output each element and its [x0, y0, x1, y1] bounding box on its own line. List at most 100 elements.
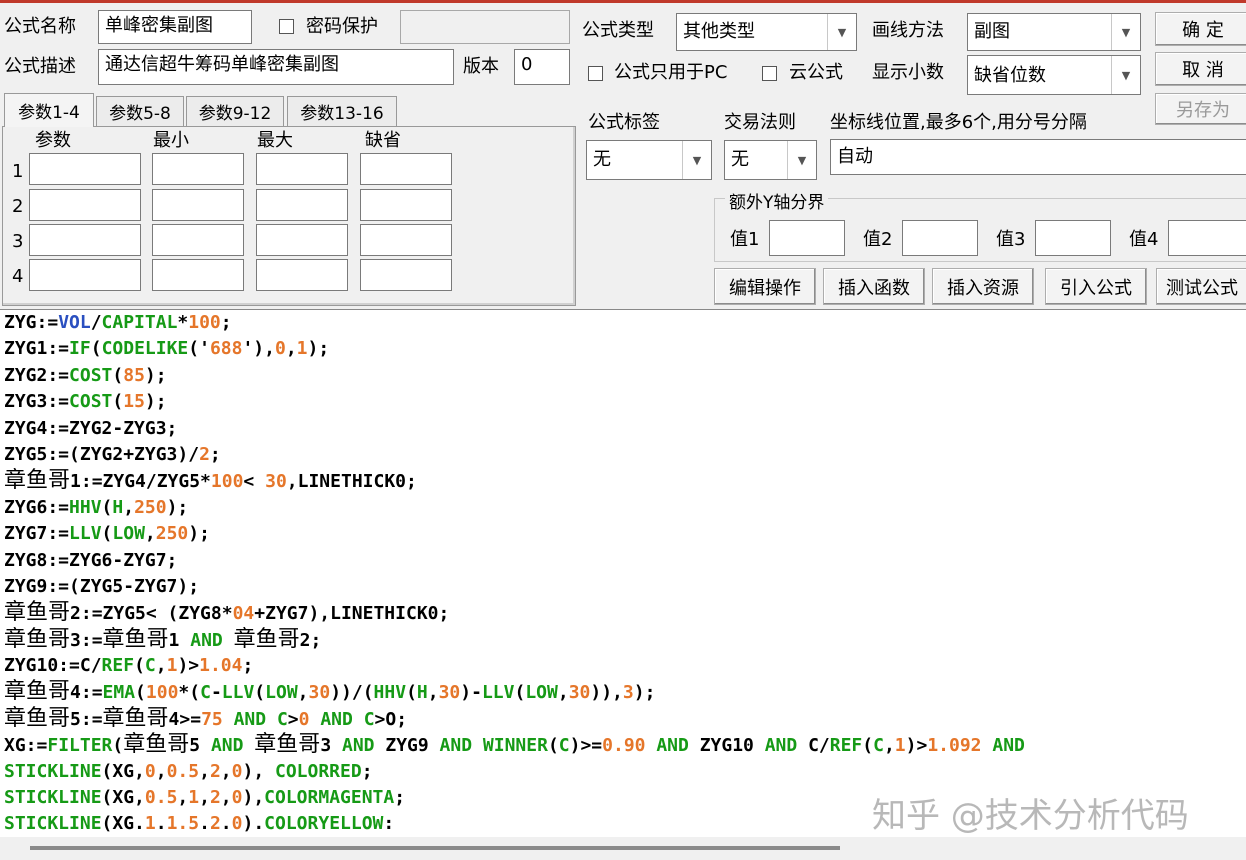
extra-y-value-1-input[interactable] [769, 220, 845, 256]
code-token: , [557, 682, 569, 704]
ok-button[interactable]: 确 定 [1155, 12, 1246, 46]
code-line[interactable]: 章鱼哥5:=章鱼哥4>=75 AND C>0 AND C>O; [0, 706, 1246, 732]
code-token: ))/( [330, 682, 374, 704]
code-line[interactable]: ZYG3:=COST(15); [0, 389, 1246, 415]
param-3-max-input[interactable] [256, 224, 348, 256]
param-2-name-input[interactable] [29, 189, 141, 221]
code-token: 0 [231, 787, 243, 809]
param-header-default: 缺省 [365, 130, 401, 151]
scrollbar-thumb[interactable] [30, 846, 840, 850]
code-token: . [155, 813, 167, 835]
code-line[interactable]: ZYG6:=HHV(H,250); [0, 495, 1246, 521]
param-4-name-input[interactable] [29, 259, 141, 291]
param-2-min-input[interactable] [152, 189, 244, 221]
version-input[interactable]: 0 [514, 49, 570, 85]
code-token: AND [320, 708, 353, 730]
test-formula-button[interactable]: 测试公式 [1156, 268, 1246, 305]
param-2-max-input[interactable] [256, 189, 348, 221]
cloud-formula-checkbox[interactable] [762, 66, 777, 81]
chevron-down-icon[interactable]: ▼ [1111, 14, 1140, 50]
formula-code-editor[interactable]: ZYG:=VOL/CAPITAL*100; ZYG1:=IF(CODELIKE('… [0, 309, 1246, 838]
code-token: . [220, 813, 232, 835]
code-line[interactable]: ZYG:=VOL/CAPITAL*100; [0, 310, 1246, 336]
chevron-down-icon[interactable]: ▼ [827, 14, 856, 50]
param-row-number: 4 [12, 266, 24, 287]
code-line[interactable]: 章鱼哥3:=章鱼哥1 AND 章鱼哥2; [0, 627, 1246, 653]
tab-params-13-16[interactable]: 参数13-16 [287, 96, 397, 126]
code-line[interactable]: ZYG5:=(ZYG2+ZYG3)/2; [0, 442, 1246, 468]
code-line[interactable]: 章鱼哥2:=ZYG5< (ZYG8*04+ZYG7),LINETHICK0; [0, 600, 1246, 626]
param-3-min-input[interactable] [152, 224, 244, 256]
param-1-min-input[interactable] [152, 153, 244, 185]
param-3-name-input[interactable] [29, 224, 141, 256]
code-line[interactable]: ZYG2:=COST(85); [0, 363, 1246, 389]
code-token: C/ [797, 735, 830, 757]
chevron-down-icon[interactable]: ▼ [1111, 56, 1140, 94]
param-4-min-input[interactable] [152, 259, 244, 291]
code-token: ). [242, 813, 265, 835]
password-input[interactable] [400, 10, 570, 44]
code-token: AND [233, 708, 267, 730]
code-token: ZYG8:=ZYG6-ZYG7; [4, 549, 178, 571]
param-3-default-input[interactable] [360, 224, 452, 256]
import-formula-button[interactable]: 引入公式 [1045, 268, 1147, 305]
tab-params-1-4[interactable]: 参数1-4 [4, 93, 94, 127]
code-line[interactable]: ZYG9:=(ZYG5-ZYG7); [0, 574, 1246, 600]
code-line[interactable]: ZYG10:=C/REF(C,1)>1.04; [0, 653, 1246, 679]
code-token: ZYG3:= [4, 391, 70, 413]
formula-desc-input[interactable]: 通达信超牛筹码单峰密集副图 [98, 49, 454, 85]
extra-y-value-4-input[interactable] [1168, 220, 1246, 256]
code-line[interactable]: ZYG7:=LLV(LOW,250); [0, 521, 1246, 547]
insert-resource-button[interactable]: 插入资源 [932, 268, 1034, 305]
code-token: (XG, [101, 787, 145, 809]
edit-operations-button[interactable]: 编辑操作 [714, 268, 816, 305]
param-4-max-input[interactable] [256, 259, 348, 291]
code-token: 1.092 [927, 735, 982, 757]
formula-name-input[interactable]: 单峰密集副图 [98, 10, 252, 44]
code-line[interactable]: STICKLINE(XG,0,0.5,2,0), COLORRED; [0, 759, 1246, 785]
code-token: 章鱼哥 [102, 626, 169, 652]
code-token: 2 [199, 443, 210, 465]
code-line[interactable]: ZYG4:=ZYG2-ZYG3; [0, 416, 1246, 442]
cancel-button[interactable]: 取 消 [1155, 52, 1246, 86]
code-line[interactable]: ZYG1:=IF(CODELIKE('688'),0,1); [0, 336, 1246, 362]
tab-params-9-12[interactable]: 参数9-12 [186, 96, 284, 126]
formula-type-select[interactable]: 其他类型 ▼ [676, 13, 857, 51]
insert-function-button[interactable]: 插入函数 [823, 268, 925, 305]
code-token: ,LINETHICK0; [286, 471, 417, 493]
extra-y-value-2-input[interactable] [902, 220, 978, 256]
chevron-down-icon[interactable]: ▼ [787, 141, 816, 179]
formula-desc-label: 公式描述 [4, 56, 76, 77]
code-line[interactable]: XG:=FILTER(章鱼哥5 AND 章鱼哥3 AND ZYG9 AND WI… [0, 732, 1246, 758]
code-token: (XG. [101, 813, 145, 835]
code-line[interactable]: 章鱼哥4:=EMA(100*(C-LLV(LOW,30))/(HHV(H,30)… [0, 679, 1246, 705]
extra-y-value-3-input[interactable] [1035, 220, 1111, 256]
horizontal-scrollbar[interactable] [0, 837, 1246, 860]
code-token: ); [307, 338, 330, 360]
axis-position-input[interactable]: 自动 [830, 139, 1246, 175]
param-2-default-input[interactable] [360, 189, 452, 221]
pc-only-checkbox[interactable] [588, 66, 603, 81]
code-line[interactable]: ZYG8:=ZYG6-ZYG7; [0, 548, 1246, 574]
param-1-name-input[interactable] [29, 153, 141, 185]
trade-rule-select[interactable]: 无 ▼ [724, 140, 817, 180]
code-token: 85 [123, 364, 145, 386]
chevron-down-icon[interactable]: ▼ [682, 141, 711, 179]
code-line[interactable]: 章鱼哥1:=ZYG4/ZYG5*100< 30,LINETHICK0; [0, 468, 1246, 494]
draw-method-select[interactable]: 副图 ▼ [967, 13, 1141, 51]
params-panel: 参数 最小 最大 缺省 1 2 3 4 [2, 126, 576, 306]
password-protect-checkbox[interactable] [279, 19, 294, 34]
tab-params-5-8[interactable]: 参数5-8 [96, 96, 184, 126]
param-4-default-input[interactable] [360, 259, 452, 291]
code-token: 章鱼哥 [123, 732, 190, 758]
save-as-button[interactable]: 另存为 [1155, 93, 1246, 125]
code-token: +ZYG7),LINETHICK0; [254, 603, 450, 625]
decimals-select[interactable]: 缺省位数 ▼ [967, 55, 1141, 95]
param-1-max-input[interactable] [256, 153, 348, 185]
param-1-default-input[interactable] [360, 153, 452, 185]
code-token: , [155, 655, 167, 677]
code-token: 4:= [70, 682, 103, 704]
formula-tag-select[interactable]: 无 ▼ [586, 140, 712, 180]
code-token: WINNER [482, 735, 548, 757]
